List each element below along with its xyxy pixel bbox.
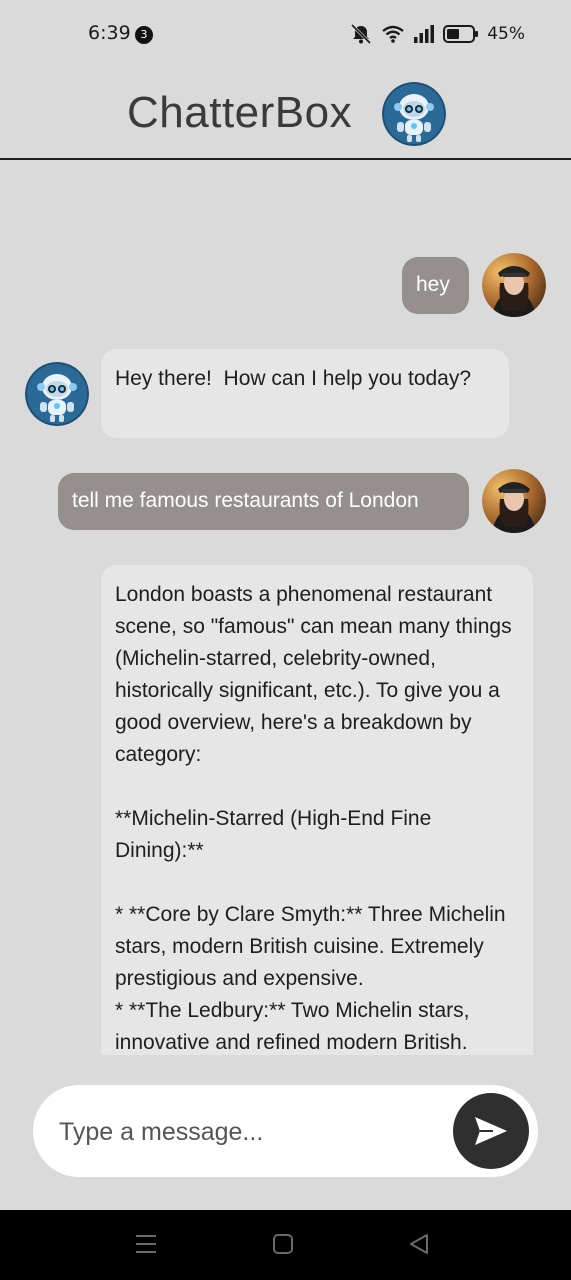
bot-message-bubble: Hey there! How can I help you today? xyxy=(101,349,509,438)
user-avatar xyxy=(482,469,546,533)
mute-icon xyxy=(351,23,372,45)
status-icons: 45% xyxy=(349,22,525,46)
status-bar: 6:39 3 45% xyxy=(0,0,571,72)
message-input[interactable] xyxy=(57,1111,441,1153)
signal-icon xyxy=(414,25,435,43)
status-time: 6:39 xyxy=(88,22,131,44)
robot-avatar-icon xyxy=(382,82,446,146)
notification-badge: 3 xyxy=(135,26,153,44)
menu-icon[interactable] xyxy=(135,1232,157,1256)
message-composer xyxy=(33,1085,538,1177)
user-message-bubble: tell me famous restaurants of London xyxy=(58,473,469,530)
bot-avatar xyxy=(25,362,89,426)
battery-percentage: 45% xyxy=(487,24,525,44)
app-title: ChatterBox xyxy=(127,88,353,137)
send-icon xyxy=(475,1117,507,1145)
home-icon[interactable] xyxy=(272,1232,294,1256)
system-navigation-bar xyxy=(0,1210,571,1280)
message-text: Hey there! How can I help you today? xyxy=(115,367,472,390)
bot-message-bubble: London boasts a phenomenal restaurant sc… xyxy=(101,565,533,1055)
user-message-bubble: hey xyxy=(402,257,469,314)
message-text: tell me famous restaurants of London xyxy=(72,489,419,512)
back-icon[interactable] xyxy=(408,1232,430,1256)
app-header: ChatterBox xyxy=(0,72,571,160)
chat-message-list[interactable]: hey Hey there! How can I help you today?… xyxy=(0,160,571,1055)
user-avatar xyxy=(482,253,546,317)
send-button[interactable] xyxy=(453,1093,529,1169)
message-text: London boasts a phenomenal restaurant sc… xyxy=(115,583,512,1054)
battery-icon xyxy=(443,25,479,43)
wifi-icon xyxy=(382,25,404,43)
message-text: hey xyxy=(416,273,450,296)
